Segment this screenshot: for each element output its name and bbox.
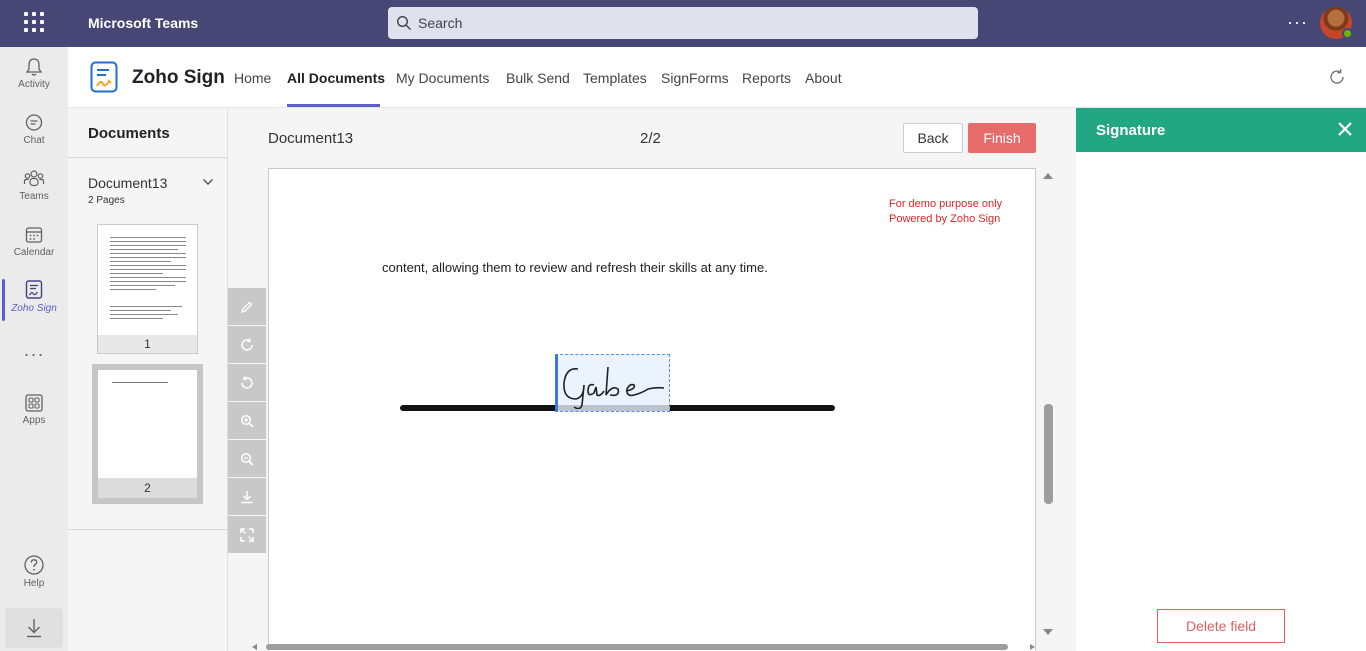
nav-templates[interactable]: Templates [583,70,647,86]
rail-item-teams[interactable]: Teams [0,169,68,219]
rail-item-activity[interactable]: Activity [0,57,68,107]
more-options-icon[interactable]: ··· [1287,12,1308,33]
fullscreen-tool[interactable] [228,516,266,553]
pencil-icon [241,301,253,313]
rail-label: Apps [22,415,46,426]
chevron-down-icon[interactable] [202,176,214,188]
close-icon[interactable] [1337,121,1353,137]
edit-tool[interactable] [228,288,266,325]
rotate-left-icon [241,375,253,389]
documents-panel-title: Documents [88,125,170,142]
download-icon [27,619,41,638]
delete-field-button[interactable]: Delete field [1157,609,1285,643]
zoho-sign-logo [90,61,118,93]
thumbnail-text-lines [110,237,186,322]
demo-note-line-1: For demo purpose only [889,198,1003,210]
rail-item-apps[interactable]: Apps [0,393,68,443]
rail-label: Chat [23,135,45,146]
horizontal-scrollbar[interactable] [252,643,1042,651]
search-placeholder: Search [418,15,463,31]
demo-watermark: For demo purpose only Powered by Zoho Si… [889,197,1002,227]
rail-label: Teams [19,191,49,202]
thumbnail-label: 1 [98,335,197,353]
page-thumbnail-1[interactable]: 1 [97,224,198,354]
nav-signforms[interactable]: SignForms [661,70,729,86]
page-indicator: 2/2 [640,130,661,147]
rotate-left-tool[interactable] [228,364,266,401]
page-thumbnail-2[interactable]: 2 [92,364,203,504]
handwritten-signature [563,366,665,409]
rail-item-calendar[interactable]: Calendar [0,225,68,275]
expand-icon [240,527,254,542]
app-launcher-icon[interactable] [24,12,44,32]
apps-icon [25,394,43,412]
app-rail: Activity Chat Teams Calendar Zoho Sign ·… [0,47,68,651]
zoho-brand: Zoho Sign [132,67,225,88]
nav-reports[interactable]: Reports [742,70,791,86]
bell-icon [25,58,43,76]
zoho-sign-icon [25,280,43,299]
rotate-right-icon [241,337,253,351]
nav-home[interactable]: Home [234,70,271,86]
nav-about[interactable]: About [805,70,842,86]
search-icon [396,15,411,30]
zoom-in-tool[interactable] [228,402,266,439]
rail-item-zoho-sign[interactable]: Zoho Sign [0,279,68,329]
nav-bulk-send[interactable]: Bulk Send [506,70,570,86]
back-button[interactable]: Back [903,123,963,153]
signature-panel-title: Signature [1096,122,1166,139]
status-badge [1342,28,1353,39]
documents-panel: Documents Document13 2 Pages 1 2 [68,108,228,651]
rail-label: Activity [18,79,50,90]
search-input[interactable]: Search [388,7,978,39]
zoom-in-icon [240,414,254,428]
more-apps-icon[interactable]: ··· [0,344,68,365]
help-icon [24,555,44,575]
chat-icon [25,114,43,131]
document-body-text: content, allowing them to review and ref… [382,260,768,275]
finish-button[interactable]: Finish [968,123,1036,153]
scroll-right-arrow[interactable] [1030,644,1035,650]
scroll-up-arrow[interactable] [1043,173,1053,179]
scroll-down-arrow[interactable] [1043,629,1053,635]
thumbnail-label: 2 [98,478,197,498]
signature-field[interactable] [555,354,670,412]
nav-my-documents[interactable]: My Documents [396,70,489,86]
active-tab-indicator [287,104,380,107]
document-name[interactable]: Document13 [88,175,167,191]
rail-item-chat[interactable]: Chat [0,113,68,163]
calendar-icon [25,227,43,243]
download-button[interactable] [5,608,63,648]
viewer-toolbar [228,288,266,554]
divider [68,529,228,530]
rail-label: Calendar [13,247,55,258]
document-title: Document13 [268,130,354,147]
scroll-left-arrow[interactable] [252,644,257,650]
document-viewer: Document13 2/2 Back Finish For demo purp… [228,108,1076,651]
app-title: Microsoft Teams [88,15,199,31]
scrollbar-thumb[interactable] [266,644,1008,650]
signature-panel: Signature Delete field [1076,108,1366,651]
rail-label: Zoho Sign [11,303,57,314]
download-icon [241,490,253,503]
scrollbar-thumb[interactable] [1044,404,1053,504]
divider [68,157,228,158]
document-page: For demo purpose only Powered by Zoho Si… [268,168,1036,651]
page-count: 2 Pages [88,195,125,206]
rotate-right-tool[interactable] [228,326,266,363]
vertical-scrollbar[interactable] [1040,170,1056,640]
demo-note-line-2: Powered by Zoho Sign [889,213,1001,225]
teams-icon [23,170,45,187]
rail-label: Help [23,578,45,589]
teams-top-bar: Microsoft Teams Search ··· [0,0,1366,47]
signature-panel-header: Signature [1076,108,1366,152]
download-tool[interactable] [228,478,266,515]
zoom-out-icon [240,452,254,466]
zoom-out-tool[interactable] [228,440,266,477]
refresh-icon[interactable] [1328,68,1346,86]
thumbnail-page [98,370,197,478]
zoho-header: Zoho Sign Home All Documents My Document… [68,47,1366,108]
rail-item-help[interactable]: Help [0,554,68,604]
nav-all-documents[interactable]: All Documents [287,70,385,86]
